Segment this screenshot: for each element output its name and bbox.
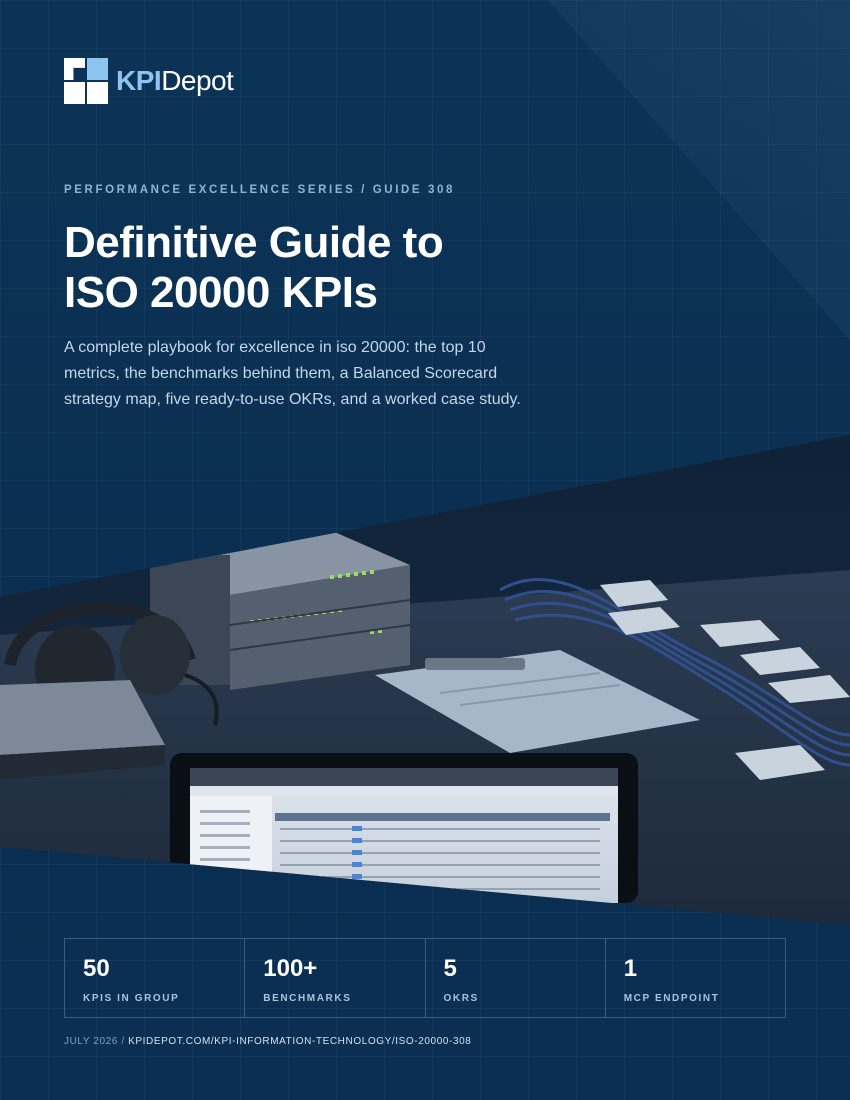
stat-value: 100+ [263,955,318,982]
stats-bar: 50 KPIS IN GROUP 100+ BENCHMARKS 5 OKRS … [64,938,786,1018]
stat-value: 1 [623,955,638,982]
stat-mcp-endpoint: 1 MCP ENDPOINT [606,939,785,1017]
logo-mark-icon [64,58,108,104]
stat-label: OKRS [443,993,479,1004]
footer-line: JULY 2026 / KPIDEPOT.COM/KPI-INFORMATION… [64,1036,471,1047]
title-line-1: Definitive Guide to [64,218,444,267]
logo-wordmark: KPIDepot [116,65,234,97]
footer-separator: / [117,1036,129,1047]
stat-value: 5 [443,955,457,982]
cover-photo [0,435,850,925]
stat-label: KPIS IN GROUP [83,993,180,1004]
stat-benchmarks: 100+ BENCHMARKS [245,939,426,1017]
guide-url-link[interactable]: KPIDEPOT.COM/KPI-INFORMATION-TECHNOLOGY/… [128,1036,471,1047]
publication-date: JULY 2026 [64,1036,118,1047]
guide-description: A complete playbook for excellence in is… [64,339,521,408]
brand-logo: KPIDepot [64,58,234,104]
logo-depot: Depot [161,65,234,96]
cover-page: KPIDepot PERFORMANCE EXCELLENCE SERIES /… [0,0,850,1100]
stat-label: BENCHMARKS [263,993,352,1004]
logo-kpi: KPI [116,65,162,96]
stat-label: MCP ENDPOINT [623,993,720,1004]
stat-kpis: 50 KPIS IN GROUP [65,939,246,1017]
series-label: PERFORMANCE EXCELLENCE SERIES / GUIDE 30… [64,184,455,196]
stat-value: 50 [83,955,110,982]
server-desk-illustration [0,435,850,925]
stat-okrs: 5 OKRS [426,939,606,1017]
title-line-2: ISO 20000 KPIs [64,268,378,317]
page-title: Definitive Guide to ISO 20000 KPIs [64,218,664,318]
